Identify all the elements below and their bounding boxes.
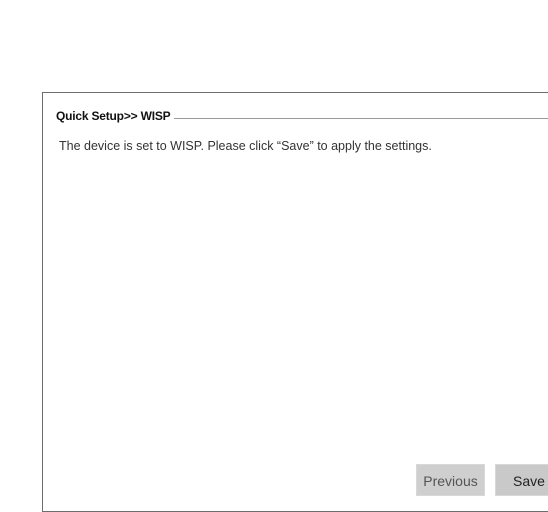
setup-message: The device is set to WISP. Please click … [59, 139, 432, 153]
save-button[interactable]: Save [495, 464, 548, 496]
previous-button[interactable]: Previous [416, 464, 485, 496]
title-divider [174, 118, 548, 119]
panel-header: Quick Setup>> WISP [56, 108, 548, 124]
panel-title: Quick Setup>> WISP [56, 109, 171, 123]
quick-setup-panel: Quick Setup>> WISP The device is set to … [42, 92, 548, 512]
